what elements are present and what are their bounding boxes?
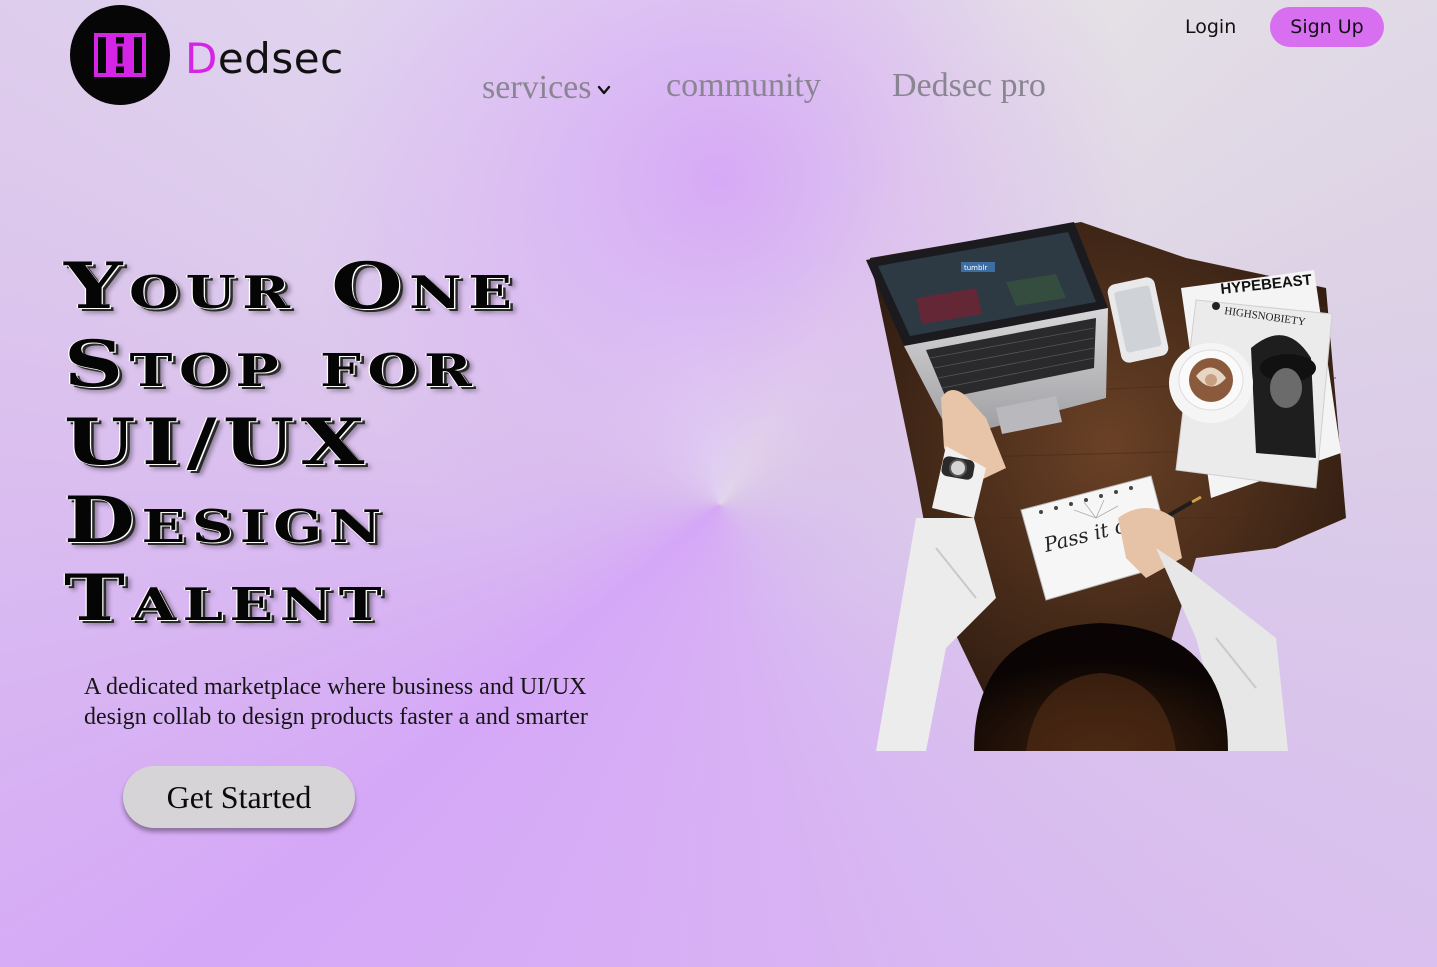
logo[interactable] <box>70 5 170 105</box>
nav-dedsec-pro[interactable]: Dedsec pro <box>892 66 1046 106</box>
signup-button[interactable]: Sign Up <box>1270 7 1384 47</box>
hero-description: A dedicated marketplace where business a… <box>84 674 588 730</box>
hero-title-line: Design <box>64 483 388 558</box>
laptop-screen-text: tumblr <box>964 264 987 272</box>
login-link[interactable]: Login <box>1185 14 1236 40</box>
nav-services[interactable]: services <box>482 68 592 108</box>
hero-title-line: Stop for <box>64 327 479 402</box>
hero-title-line: Talent <box>64 561 388 636</box>
hero-image: tumblr HYPEBEAST HIGHSNOBIETY Pass it on <box>866 222 1346 751</box>
brand-rest: edsec <box>217 34 344 83</box>
hero-title-line: Your One <box>64 249 519 324</box>
dedsec-logo-icon <box>94 33 146 77</box>
brand-first-letter: D <box>185 34 218 83</box>
chevron-down-icon[interactable] <box>597 84 611 96</box>
brand-name: Dedsec <box>185 34 344 84</box>
get-started-button[interactable]: Get Started <box>123 766 355 828</box>
hero-title-line: UI/UX <box>64 405 371 480</box>
hero-title: Your One Stop for UI/UX Design Talent <box>64 248 704 638</box>
nav-community[interactable]: community <box>666 66 821 106</box>
